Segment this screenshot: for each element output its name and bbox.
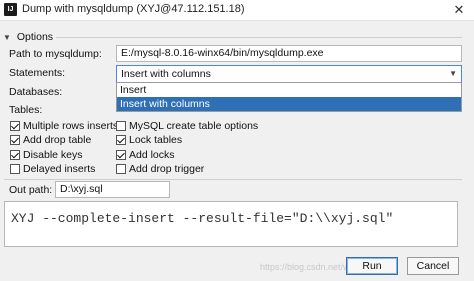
options-section-toggle[interactable]: ▼ Options <box>3 31 53 43</box>
checkbox-add-locks[interactable]: Add locks <box>116 148 175 162</box>
collapse-caret-icon: ▼ <box>3 33 11 42</box>
databases-label: Databases: <box>9 86 63 98</box>
checkbox-label: Lock tables <box>129 134 183 146</box>
checkbox-label: Add drop table <box>23 134 92 146</box>
checkbox-multiple-rows-inserts[interactable]: Multiple rows inserts <box>10 119 118 133</box>
path-label: Path to mysqldump: <box>9 48 102 60</box>
checkbox-box <box>10 121 20 131</box>
checkbox-box <box>116 121 126 131</box>
checkbox-label: Add locks <box>129 149 175 161</box>
checkbox-delayed-inserts[interactable]: Delayed inserts <box>10 162 95 176</box>
statements-dropdown-list: Insert Insert with columns <box>116 82 462 112</box>
path-input[interactable]: E:/mysql-8.0.16-winx64/bin/mysqldump.exe <box>116 45 462 62</box>
statements-label: Statements: <box>9 67 66 79</box>
checkbox-mysql-create-table-options[interactable]: MySQL create table options <box>116 119 258 133</box>
checkbox-disable-keys[interactable]: Disable keys <box>10 148 83 162</box>
checkbox-label: MySQL create table options <box>129 120 259 132</box>
cancel-button[interactable]: Cancel <box>407 257 459 275</box>
out-path-label: Out path: <box>9 184 53 196</box>
checkbox-box <box>10 135 20 145</box>
chevron-down-icon: ▼ <box>449 69 457 78</box>
checkbox-box <box>116 135 126 145</box>
statements-select[interactable]: Insert with columns ▼ <box>116 65 462 83</box>
dropdown-option-insert[interactable]: Insert <box>117 83 461 97</box>
tables-label: Tables: <box>9 104 43 116</box>
checkbox-label: Multiple rows inserts <box>23 120 119 132</box>
out-path-input[interactable]: D:\xyj.sql <box>55 181 170 198</box>
section-divider <box>4 179 462 180</box>
checkbox-lock-tables[interactable]: Lock tables <box>116 133 182 147</box>
checkbox-box <box>10 164 20 174</box>
window-title: Dump with mysqldump (XYJ@47.112.151.18) <box>22 3 245 15</box>
checkbox-label: Add drop trigger <box>129 163 205 175</box>
checkbox-add-drop-trigger[interactable]: Add drop trigger <box>116 162 204 176</box>
intellij-app-icon: IJ <box>4 3 17 16</box>
options-header-label: Options <box>16 31 54 43</box>
checkbox-box <box>10 150 20 160</box>
checkbox-box <box>116 164 126 174</box>
statements-selected-value: Insert with columns <box>121 68 211 80</box>
title-bar: IJ Dump with mysqldump (XYJ@47.112.151.1… <box>0 0 474 21</box>
checkbox-label: Delayed inserts <box>23 163 96 175</box>
checkbox-add-drop-table[interactable]: Add drop table <box>10 133 91 147</box>
dropdown-option-insert-with-columns[interactable]: Insert with columns <box>117 97 461 111</box>
run-button[interactable]: Run <box>346 257 398 275</box>
checkbox-label: Disable keys <box>23 149 83 161</box>
command-preview[interactable]: XYJ --complete-insert --result-file="D:\… <box>4 201 458 247</box>
checkbox-box <box>116 150 126 160</box>
close-icon[interactable]: ✕ <box>444 0 474 20</box>
options-divider <box>56 37 462 38</box>
